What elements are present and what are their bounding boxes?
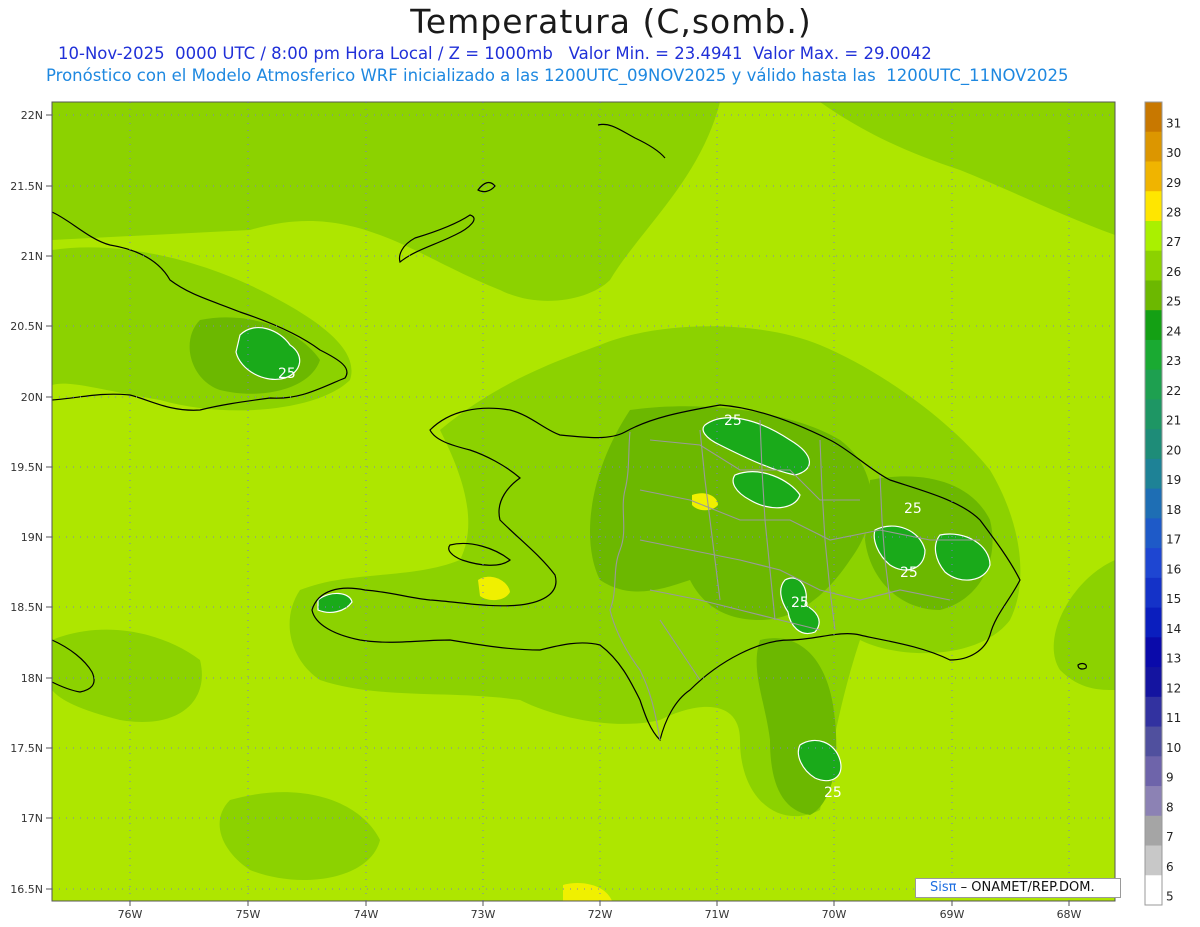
lat-label: 17.5N — [10, 742, 43, 755]
colorbar-label: 16 — [1166, 562, 1181, 576]
colorbar-swatch — [1145, 815, 1162, 847]
colorbar-swatch — [1145, 220, 1162, 252]
latitude-labels: 22N 21.5N 21N 20.5N 20N 19.5N 19N 18.5N … — [10, 109, 43, 896]
colorbar: 31 30 29 28 27 26 25 24 23 22 21 20 19 18 17 16 15 14 13 12… — [1144, 101, 1181, 906]
colorbar-label: 28 — [1166, 206, 1181, 220]
lon-label: 75W — [236, 908, 261, 921]
lon-label: 72W — [588, 908, 613, 921]
lat-label: 18N — [21, 672, 43, 685]
colorbar-swatch — [1145, 488, 1162, 519]
colorbar-swatch — [1145, 548, 1162, 579]
colorbar-label: 26 — [1166, 265, 1181, 279]
lon-label: 71W — [705, 908, 730, 921]
map-title: Temperatura (C,somb.) — [410, 2, 812, 41]
colorbar-swatch — [1145, 845, 1162, 876]
lon-label: 74W — [354, 908, 379, 921]
colorbar-label: 9 — [1166, 771, 1174, 785]
credit-box: Sisπ – ONAMET/REP.DOM. — [915, 878, 1121, 898]
colorbar-swatch — [1145, 696, 1162, 728]
colorbar-label: 13 — [1166, 652, 1181, 666]
contour-label-25: 25 — [278, 366, 296, 382]
temperature-field — [52, 102, 1115, 901]
lat-label: 19N — [21, 531, 43, 544]
colorbar-label: 17 — [1166, 533, 1181, 547]
contour-label-25: 25 — [791, 595, 809, 611]
lat-label: 21N — [21, 250, 43, 263]
colorbar-label: 5 — [1166, 890, 1174, 904]
colorbar-label: 15 — [1166, 592, 1181, 606]
colorbar-swatch — [1145, 518, 1162, 549]
colorbar-label: 31 — [1166, 116, 1181, 130]
colorbar-swatch — [1145, 250, 1162, 281]
credit-org: – ONAMET/REP.DOM. — [956, 880, 1095, 895]
colorbar-label: 27 — [1166, 235, 1181, 249]
colorbar-swatch — [1145, 399, 1162, 430]
colorbar-label: 7 — [1166, 830, 1174, 844]
lat-label: 18.5N — [10, 601, 43, 614]
lat-label: 20.5N — [10, 320, 43, 333]
colorbar-swatch — [1145, 310, 1162, 341]
colorbar-label: 8 — [1166, 800, 1174, 814]
colorbar-swatch — [1145, 577, 1162, 609]
lon-label: 73W — [471, 908, 496, 921]
colorbar-swatch — [1145, 607, 1162, 638]
lon-label: 69W — [940, 908, 965, 921]
longitude-labels: 76W 75W 74W 73W 72W 71W 70W 69W 68W — [118, 908, 1082, 921]
colorbar-swatch — [1145, 429, 1162, 460]
colorbar-swatch — [1145, 131, 1162, 162]
lon-label: 76W — [118, 908, 143, 921]
colorbar-label: 24 — [1166, 324, 1181, 338]
colorbar-swatch — [1145, 875, 1162, 906]
lat-label: 20N — [21, 391, 43, 404]
lat-label: 22N — [21, 109, 43, 122]
map-canvas: 25 25 25 25 25 25 22N 21.5N 21N 20.5N 20… — [10, 101, 1181, 921]
lon-label: 68W — [1057, 908, 1082, 921]
colorbar-swatch — [1145, 161, 1162, 192]
colorbar-label: 30 — [1166, 146, 1181, 160]
contour-label-25: 25 — [724, 413, 742, 429]
colorbar-swatch — [1145, 756, 1162, 787]
colorbar-label: 25 — [1166, 295, 1181, 309]
contour-label-25: 25 — [904, 501, 922, 517]
lat-label: 17N — [21, 812, 43, 825]
colorbar-label: 18 — [1166, 503, 1181, 517]
lat-label: 16.5N — [10, 883, 43, 896]
lon-label: 70W — [822, 908, 847, 921]
colorbar-label: 29 — [1166, 176, 1181, 190]
colorbar-label: 10 — [1166, 741, 1181, 755]
lat-label: 19.5N — [10, 461, 43, 474]
colorbar-label: 14 — [1166, 622, 1181, 636]
colorbar-label: 19 — [1166, 473, 1181, 487]
colorbar-swatch — [1145, 458, 1162, 490]
colorbar-swatch — [1145, 369, 1162, 400]
colorbar-swatch — [1145, 280, 1162, 311]
colorbar-label: 23 — [1166, 354, 1181, 368]
colorbar-swatch — [1145, 786, 1162, 817]
contour-label-25: 25 — [824, 785, 842, 801]
colorbar-swatch — [1145, 339, 1162, 371]
credit-sis: Sisπ — [930, 880, 957, 895]
lat-label: 21.5N — [10, 180, 43, 193]
colorbar-label: 21 — [1166, 414, 1181, 428]
colorbar-label: 6 — [1166, 860, 1174, 874]
colorbar-label: 11 — [1166, 711, 1181, 725]
colorbar-label: 20 — [1166, 443, 1181, 457]
colorbar-swatch — [1145, 191, 1162, 222]
colorbar-swatch — [1145, 726, 1162, 757]
colorbar-swatch — [1145, 637, 1162, 668]
contour-label-25: 25 — [900, 565, 918, 581]
subtitle-valid-time: 10-Nov-2025 0000 UTC / 8:00 pm Hora Loca… — [58, 44, 932, 63]
colorbar-swatch — [1145, 667, 1162, 698]
colorbar-label: 22 — [1166, 384, 1181, 398]
colorbar-swatch — [1145, 102, 1162, 133]
subtitle-model-info: Pronóstico con el Modelo Atmosferico WRF… — [46, 66, 1069, 85]
colorbar-label: 12 — [1166, 681, 1181, 695]
